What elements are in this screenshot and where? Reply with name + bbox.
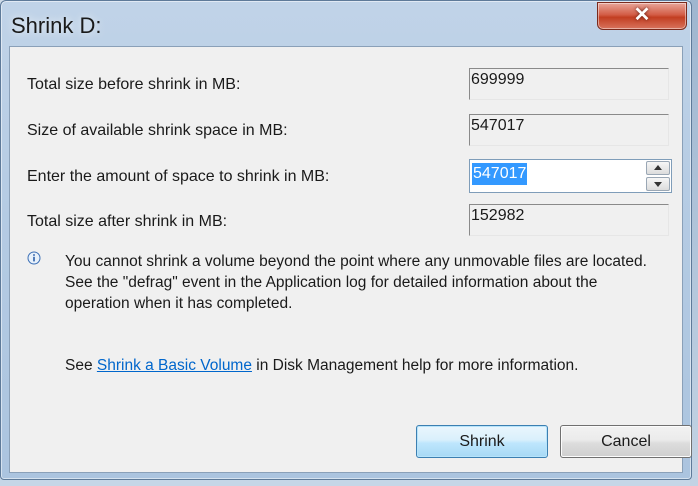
available-space-field: 547017 bbox=[469, 114, 669, 146]
cancel-button[interactable]: Cancel bbox=[560, 425, 692, 458]
dialog-body: Total size before shrink in MB: 699999 S… bbox=[9, 46, 692, 473]
shrink-amount-stepper[interactable]: 547017 bbox=[469, 159, 672, 193]
shrink-dialog: Shrink D: ✕ Total size before shrink in … bbox=[0, 0, 692, 480]
dialog-title: Shrink D: bbox=[11, 13, 102, 38]
total-before-field: 699999 bbox=[469, 68, 669, 100]
shrink-amount-input[interactable]: 547017 bbox=[473, 165, 526, 183]
help-suffix: in Disk Management help for more informa… bbox=[251, 357, 579, 374]
close-button[interactable]: ✕ bbox=[597, 2, 687, 30]
close-icon: ✕ bbox=[633, 4, 651, 26]
help-link[interactable]: Shrink a Basic Volume bbox=[97, 357, 252, 374]
available-space-label: Size of available shrink space in MB: bbox=[27, 122, 288, 139]
help-prefix: See bbox=[65, 357, 97, 374]
info-icon bbox=[27, 251, 41, 265]
help-line: See Shrink a Basic Volume in Disk Manage… bbox=[65, 357, 578, 375]
arrow-up-icon bbox=[654, 165, 662, 170]
title-bar[interactable]: Shrink D: ✕ bbox=[1, 1, 691, 46]
shrink-button[interactable]: Shrink bbox=[416, 425, 548, 458]
info-message: You cannot shrink a volume beyond the po… bbox=[65, 253, 647, 312]
total-after-field: 152982 bbox=[469, 204, 669, 236]
increment-button[interactable] bbox=[646, 161, 670, 175]
arrow-down-icon bbox=[654, 182, 662, 187]
total-before-label: Total size before shrink in MB: bbox=[27, 76, 241, 93]
total-after-label: Total size after shrink in MB: bbox=[27, 213, 228, 230]
decrement-button[interactable] bbox=[646, 177, 670, 191]
shrink-amount-label: Enter the amount of space to shrink in M… bbox=[27, 168, 330, 185]
